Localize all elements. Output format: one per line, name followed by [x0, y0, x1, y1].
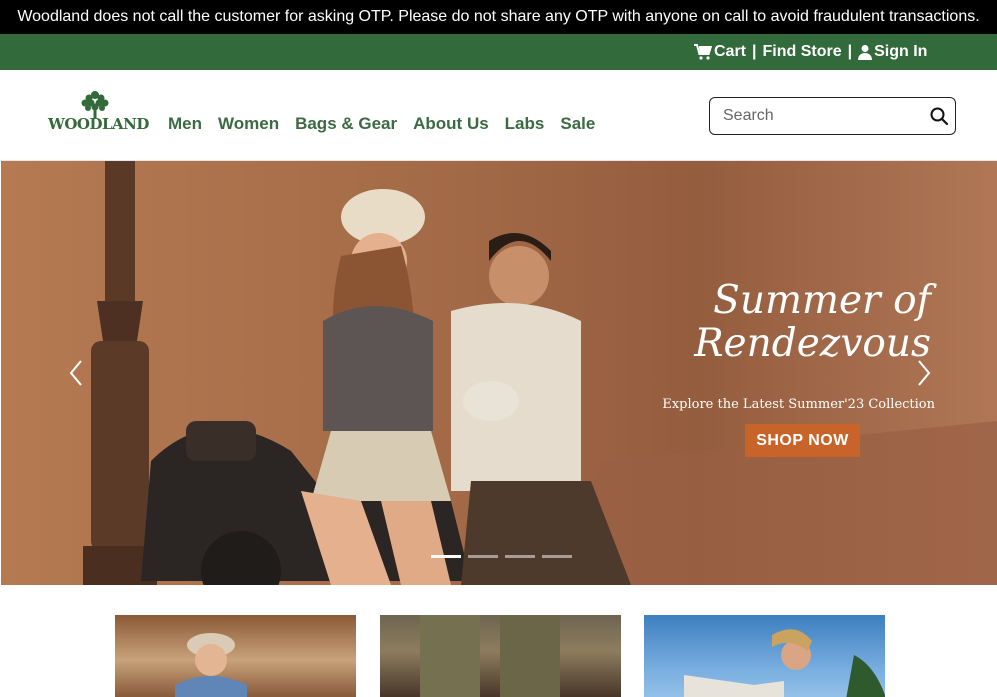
category-photo: [175, 633, 247, 697]
search-box: [709, 97, 956, 135]
search-input[interactable]: [723, 107, 930, 125]
hero-title: Summer of Rendezvous: [641, 279, 931, 365]
utility-separator: |: [847, 43, 853, 60]
nav-item-bags-gear[interactable]: Bags & Gear: [295, 114, 397, 134]
search-button[interactable]: [930, 105, 948, 127]
cart-icon: [694, 44, 712, 60]
shop-now-button[interactable]: SHOP NOW: [745, 424, 860, 457]
carousel-prev-button[interactable]: [65, 357, 87, 389]
category-photo: [684, 629, 885, 697]
sign-in-label: Sign In: [874, 43, 928, 60]
cart-label: Cart: [714, 43, 747, 60]
utility-bar: Cart | Find Store | Sign In: [0, 34, 997, 70]
main-nav: Men Women Bags & Gear About Us Labs Sale: [168, 114, 595, 134]
hero-title-line-1: Summer of: [713, 278, 931, 323]
cart-link[interactable]: Cart: [694, 43, 746, 61]
sign-in-link[interactable]: Sign In: [858, 43, 927, 61]
utility-links: Cart | Find Store | Sign In: [694, 34, 927, 70]
logo-wordmark: WOODLAND: [48, 115, 149, 133]
otp-notice-bar: Woodland does not call the customer for …: [0, 0, 997, 34]
category-photo: [420, 615, 560, 697]
nav-item-labs[interactable]: Labs: [505, 114, 545, 134]
carousel-indicators: [431, 555, 572, 558]
hero-banner[interactable]: Summer of Rendezvous Explore the Latest …: [1, 161, 997, 585]
carousel-dot-3[interactable]: [505, 555, 535, 558]
utility-separator: |: [752, 43, 757, 60]
otp-notice-text: Woodland does not call the customer for …: [17, 8, 980, 25]
nav-item-women[interactable]: Women: [218, 114, 279, 134]
chevron-left-icon: [69, 360, 82, 386]
nav-item-sale[interactable]: Sale: [560, 114, 595, 134]
woodland-logo[interactable]: WOODLAND: [48, 90, 149, 138]
find-store-link[interactable]: Find Store: [763, 43, 842, 61]
nav-item-about-us[interactable]: About Us: [413, 114, 489, 134]
hero-photo: [1, 161, 997, 585]
category-tile-3[interactable]: [644, 615, 885, 697]
site-header: WOODLAND Men Women Bags & Gear About Us …: [0, 70, 997, 161]
search-icon: [930, 107, 948, 125]
hero-subtitle: Explore the Latest Summer'23 Collection: [662, 397, 935, 412]
find-store-label: Find Store: [762, 43, 842, 60]
category-tile-1[interactable]: [115, 615, 356, 697]
hero-title-line-2: Rendezvous: [694, 321, 931, 366]
carousel-dot-1[interactable]: [431, 555, 461, 558]
carousel-dot-4[interactable]: [542, 555, 572, 558]
chevron-right-icon: [918, 360, 931, 386]
user-icon: [858, 45, 873, 60]
carousel-next-button[interactable]: [913, 357, 935, 389]
carousel-dot-2[interactable]: [468, 555, 498, 558]
nav-item-men[interactable]: Men: [168, 114, 202, 134]
category-tile-2[interactable]: [380, 615, 621, 697]
